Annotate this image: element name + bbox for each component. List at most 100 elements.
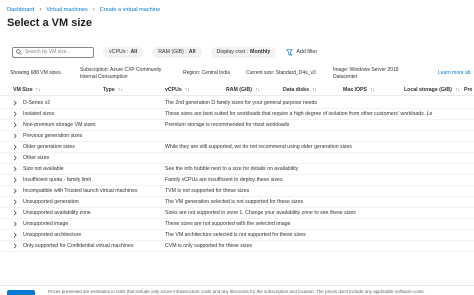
group-row[interactable]: Insufficient quota - family limit Family … — [0, 175, 474, 186]
column-vcpus-label: vCPUs — [165, 87, 182, 93]
select-vm-size-page: Dashboard › Virtual machines › Create a … — [0, 0, 474, 295]
group-description: CVM is only supported for these sizes — [165, 243, 253, 249]
chevron-right-icon[interactable] — [12, 243, 18, 249]
group-row[interactable]: Previous generation sizes — [0, 131, 474, 142]
group-row[interactable]: Unsupported generation The VM generation … — [0, 197, 474, 208]
chevron-right-icon[interactable] — [12, 100, 18, 106]
sort-icon: ↑↓ — [117, 87, 123, 93]
column-premium[interactable]: Pre — [464, 87, 472, 93]
group-name: Incompatible with Trusted launch virtual… — [23, 188, 138, 194]
subscription-line2: Internal Consumption — [80, 74, 128, 80]
group-row[interactable]: D-Series v2 The 2nd generation D family s… — [0, 98, 474, 109]
filter-display-cost-value: Monthly — [250, 49, 271, 55]
table-header: VM Size ↑↓ Type ↑↓ vCPUs ↑↓ RAM (GiB) ↑↓ Dat… — [0, 85, 474, 96]
chevron-right-icon[interactable] — [12, 111, 18, 117]
chevron-right-icon[interactable] — [12, 188, 18, 194]
group-row[interactable]: Non-premium storage VM sizes Premium stor… — [0, 120, 474, 131]
group-name: Non-premium storage VM sizes — [23, 122, 96, 128]
group-description: Premium storage is recommended for most … — [165, 122, 290, 128]
breadcrumb: Dashboard › Virtual machines › Create a … — [7, 5, 160, 15]
add-filter-button[interactable]: Add filter — [286, 48, 318, 56]
chevron-right-icon[interactable] — [12, 177, 18, 183]
chevron-right-icon[interactable] — [12, 122, 18, 128]
group-description: While they are still supported, we do no… — [165, 144, 352, 150]
page-title: Select a VM size — [7, 17, 92, 29]
column-vcpus[interactable]: vCPUs ↑↓ — [165, 87, 190, 93]
filter-ram-value: All — [188, 49, 196, 55]
group-row[interactable]: Size not available See the info bubble ne… — [0, 164, 474, 175]
group-description: The VM architecture selected is not supp… — [165, 232, 306, 238]
sort-icon: ↑↓ — [311, 87, 318, 93]
chevron-right-icon: › — [92, 7, 95, 13]
column-vm-size[interactable]: VM Size ↑↓ — [13, 87, 41, 93]
sort-icon: ↑↓ — [369, 87, 376, 93]
search-input[interactable] — [24, 49, 93, 55]
select-button[interactable] — [7, 290, 35, 295]
group-row[interactable]: Incompatible with Trusted launch virtual… — [0, 186, 474, 197]
filter-ram[interactable]: RAM (GiB) : All — [152, 46, 202, 58]
breadcrumb-virtual-machines[interactable]: Virtual machines — [46, 7, 87, 13]
group-row[interactable]: Isolated sizes These sizes are best suite… — [0, 109, 474, 120]
chevron-right-icon[interactable] — [12, 155, 18, 161]
column-ram[interactable]: RAM (GiB) ↑↓ — [226, 87, 260, 93]
group-name: Other sizes — [23, 155, 50, 161]
add-filter-label: Add filter — [296, 49, 318, 55]
chevron-right-icon[interactable] — [12, 133, 18, 139]
chevron-right-icon: › — [39, 7, 42, 13]
group-description: These sizes are not supported with the s… — [165, 221, 291, 227]
chevron-right-icon[interactable] — [12, 221, 18, 227]
column-type[interactable]: Type ↑↓ — [103, 87, 123, 93]
sort-icon: ↑↓ — [184, 87, 190, 93]
filter-vcpus-label: vCPUs : — [109, 49, 129, 55]
group-row[interactable]: Only supported for Confidential virtual … — [0, 241, 474, 252]
search-box[interactable] — [12, 46, 94, 58]
vm-size-groups: D-Series v2 The 2nd generation D family s… — [0, 98, 474, 252]
group-row[interactable]: Older generation sizes While they are sti… — [0, 142, 474, 153]
add-filter-icon — [286, 48, 294, 56]
group-row[interactable]: Unsupported availability zone Sizes are n… — [0, 208, 474, 219]
group-name: Insufficient quota - family limit — [23, 177, 91, 183]
column-local-storage[interactable]: Local storage (GiB) ↑↓ — [404, 87, 460, 93]
group-name: Unsupported architecture — [23, 232, 82, 238]
group-row[interactable]: Other sizes — [0, 153, 474, 164]
group-description: The VM generation selected is not suppor… — [165, 199, 304, 205]
group-name: Only supported for Confidential virtual … — [23, 243, 134, 249]
group-name: Unsupported availability zone — [23, 210, 91, 216]
column-ram-label: RAM (GiB) — [226, 87, 252, 93]
chevron-right-icon[interactable] — [12, 144, 18, 150]
image-line1: Image: Windows Server 2019 — [333, 67, 399, 73]
chevron-right-icon[interactable] — [12, 166, 18, 172]
group-row[interactable]: Unsupported image These sizes are not sup… — [0, 219, 474, 230]
learn-more-link[interactable]: Learn more ab — [438, 70, 471, 76]
group-name: D-Series v2 — [23, 100, 51, 106]
chevron-right-icon[interactable] — [12, 232, 18, 238]
group-row[interactable]: Unsupported architecture The VM architect… — [0, 230, 474, 241]
filter-vcpus[interactable]: vCPUs : All — [103, 46, 144, 58]
group-description: See the info bubble next to a size for d… — [165, 166, 299, 172]
filter-display-cost-label: Display cost : — [216, 49, 249, 55]
column-vm-size-label: VM Size — [13, 87, 33, 93]
column-max-iops[interactable]: Max IOPS ↑↓ — [343, 87, 375, 93]
column-max-iops-label: Max IOPS — [343, 87, 367, 93]
chevron-right-icon[interactable] — [12, 199, 18, 205]
toolbar: vCPUs : All RAM (GiB) : All Display cost… — [12, 46, 317, 58]
column-data-disks[interactable]: Data disks ↑↓ — [283, 87, 317, 93]
column-premium-label: Pre — [464, 87, 473, 93]
sort-icon: ↑↓ — [254, 87, 261, 93]
group-name: Older generation sizes — [23, 144, 75, 150]
subscription-line1: Subscription: Azure CXP Community — [80, 67, 162, 73]
filter-display-cost[interactable]: Display cost : Monthly — [210, 46, 277, 58]
group-name: Unsupported generation — [23, 199, 79, 205]
breadcrumb-create-vm[interactable]: Create a virtual machine — [100, 7, 161, 13]
pricing-note-banner: Prices presented are estimates in USD th… — [0, 285, 474, 295]
filter-ram-label: RAM (GiB) : — [158, 49, 187, 55]
group-description: The 2nd generation D family sizes for yo… — [165, 100, 317, 106]
column-type-label: Type — [103, 87, 115, 93]
region: Region: Central India — [183, 70, 230, 76]
column-data-disks-label: Data disks — [283, 87, 309, 93]
chevron-right-icon[interactable] — [12, 210, 18, 216]
search-icon — [16, 49, 22, 55]
breadcrumb-dashboard[interactable]: Dashboard — [7, 7, 34, 13]
group-description: Sizes are not supported in zone 1. Chang… — [165, 210, 356, 216]
group-name: Previous generation sizes — [23, 133, 83, 139]
